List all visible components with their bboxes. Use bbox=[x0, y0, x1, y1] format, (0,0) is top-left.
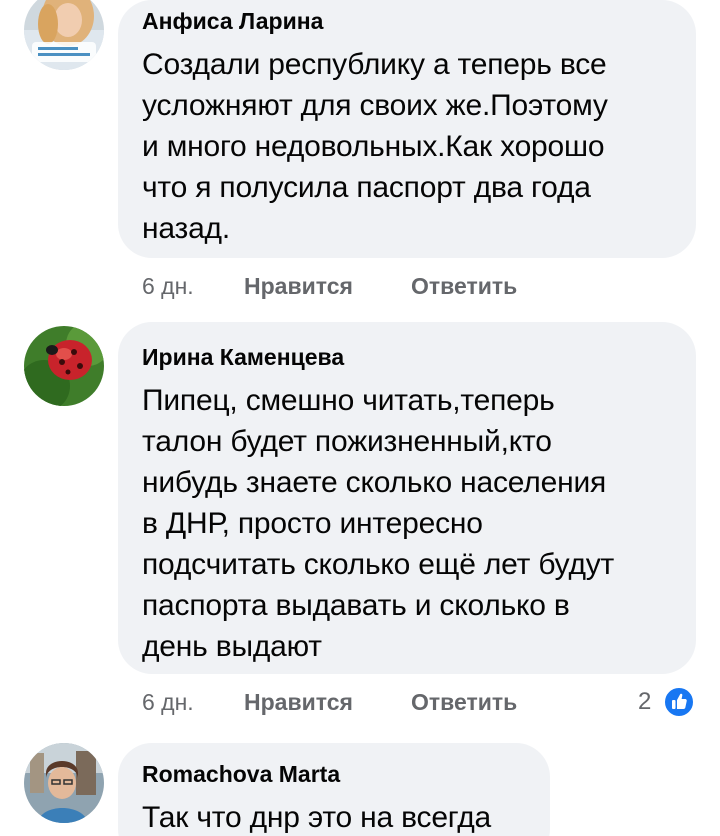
comment-text-line: усложняют для своих же.Поэтому bbox=[142, 89, 608, 122]
woman-outdoor-avatar-icon bbox=[24, 743, 104, 823]
reply-button[interactable]: Ответить bbox=[411, 686, 517, 718]
comment-text-line: Создали республику а теперь все bbox=[142, 48, 607, 81]
comment-text-line: подсчитать сколько ещё лет будут bbox=[142, 548, 615, 581]
avatar[interactable] bbox=[24, 0, 104, 70]
comment-bubble: Romachova Marta Так что днр это на всегд… bbox=[118, 743, 550, 836]
comment-bubble: Анфиса Ларина Создали республику а тепер… bbox=[118, 0, 696, 258]
woman-portrait-avatar-icon bbox=[24, 0, 104, 70]
reaction-count[interactable]: 2 bbox=[638, 682, 651, 722]
comment-text-line: день выдают bbox=[142, 630, 322, 663]
comment-actions: 6 дн. Нравится Ответить bbox=[142, 686, 642, 718]
comment-timestamp[interactable]: 6 дн. bbox=[142, 270, 194, 302]
like-button[interactable]: Нравится bbox=[244, 270, 353, 302]
comment-text-line: назад. bbox=[142, 212, 230, 245]
comment-text-line: паспорта выдавать и сколько в bbox=[142, 589, 570, 622]
comment-author[interactable]: Анфиса Ларина bbox=[142, 6, 672, 36]
comment-text-line: нибудь знаете сколько населения bbox=[142, 466, 607, 499]
comment-text-line: талон будет пожизненный,кто bbox=[142, 425, 552, 458]
avatar[interactable] bbox=[24, 743, 104, 823]
comment-text-line: что я полусила паспорт два года bbox=[142, 171, 591, 204]
comment-bubble: Ирина Каменцева Пипец, смешно читать,теп… bbox=[118, 322, 696, 674]
comment-author[interactable]: Ирина Каменцева bbox=[142, 342, 672, 372]
comment-actions: 6 дн. Нравится Ответить bbox=[142, 270, 642, 302]
comment-timestamp[interactable]: 6 дн. bbox=[142, 686, 194, 718]
comment-text-line: Так что днр это на всегда bbox=[142, 801, 491, 834]
comment-text-line: и много недовольных.Как хорошо bbox=[142, 130, 605, 163]
comment-2: Ирина Каменцева Пипец, смешно читать,теп… bbox=[0, 322, 720, 726]
like-button[interactable]: Нравится bbox=[244, 686, 353, 718]
ladybug-avatar-icon bbox=[24, 326, 104, 406]
comment-author[interactable]: Romachova Marta bbox=[142, 759, 526, 789]
reply-button[interactable]: Ответить bbox=[411, 270, 517, 302]
comment-text-line: в ДНР, просто интересно bbox=[142, 507, 483, 540]
thumbs-up-icon[interactable] bbox=[662, 685, 696, 719]
comment-1: Анфиса Ларина Создали республику а тепер… bbox=[0, 0, 720, 310]
comment-text-line: Пипец, смешно читать,теперь bbox=[142, 384, 555, 417]
comment-3: Romachova Marta Так что днр это на всегд… bbox=[0, 743, 720, 836]
avatar[interactable] bbox=[24, 326, 104, 406]
